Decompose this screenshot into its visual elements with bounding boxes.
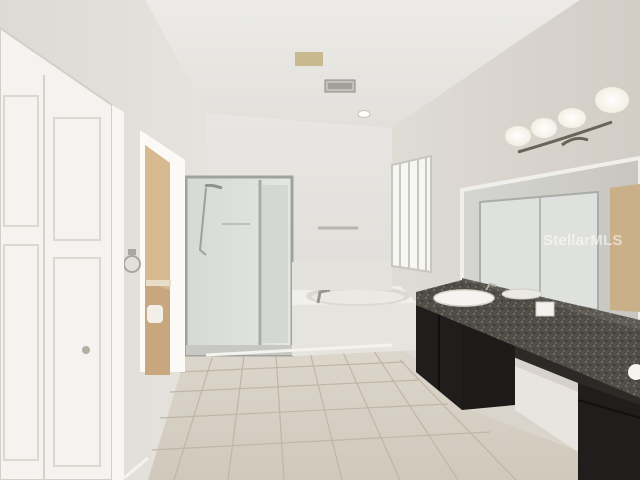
ceiling-vent-slots xyxy=(328,83,352,89)
tile-wainscot xyxy=(292,262,392,290)
glass-shower xyxy=(184,175,294,357)
recessed-light xyxy=(357,110,371,118)
door-frame xyxy=(112,105,124,480)
toilet-room-doorway xyxy=(140,130,185,375)
window-blinds xyxy=(391,154,432,274)
closet-doors xyxy=(0,26,113,480)
ceiling-access-panel xyxy=(295,52,323,66)
bathroom-photo: StellarMLS xyxy=(0,0,640,480)
watermark-text: StellarMLS xyxy=(543,232,623,249)
bathtub xyxy=(292,282,417,356)
